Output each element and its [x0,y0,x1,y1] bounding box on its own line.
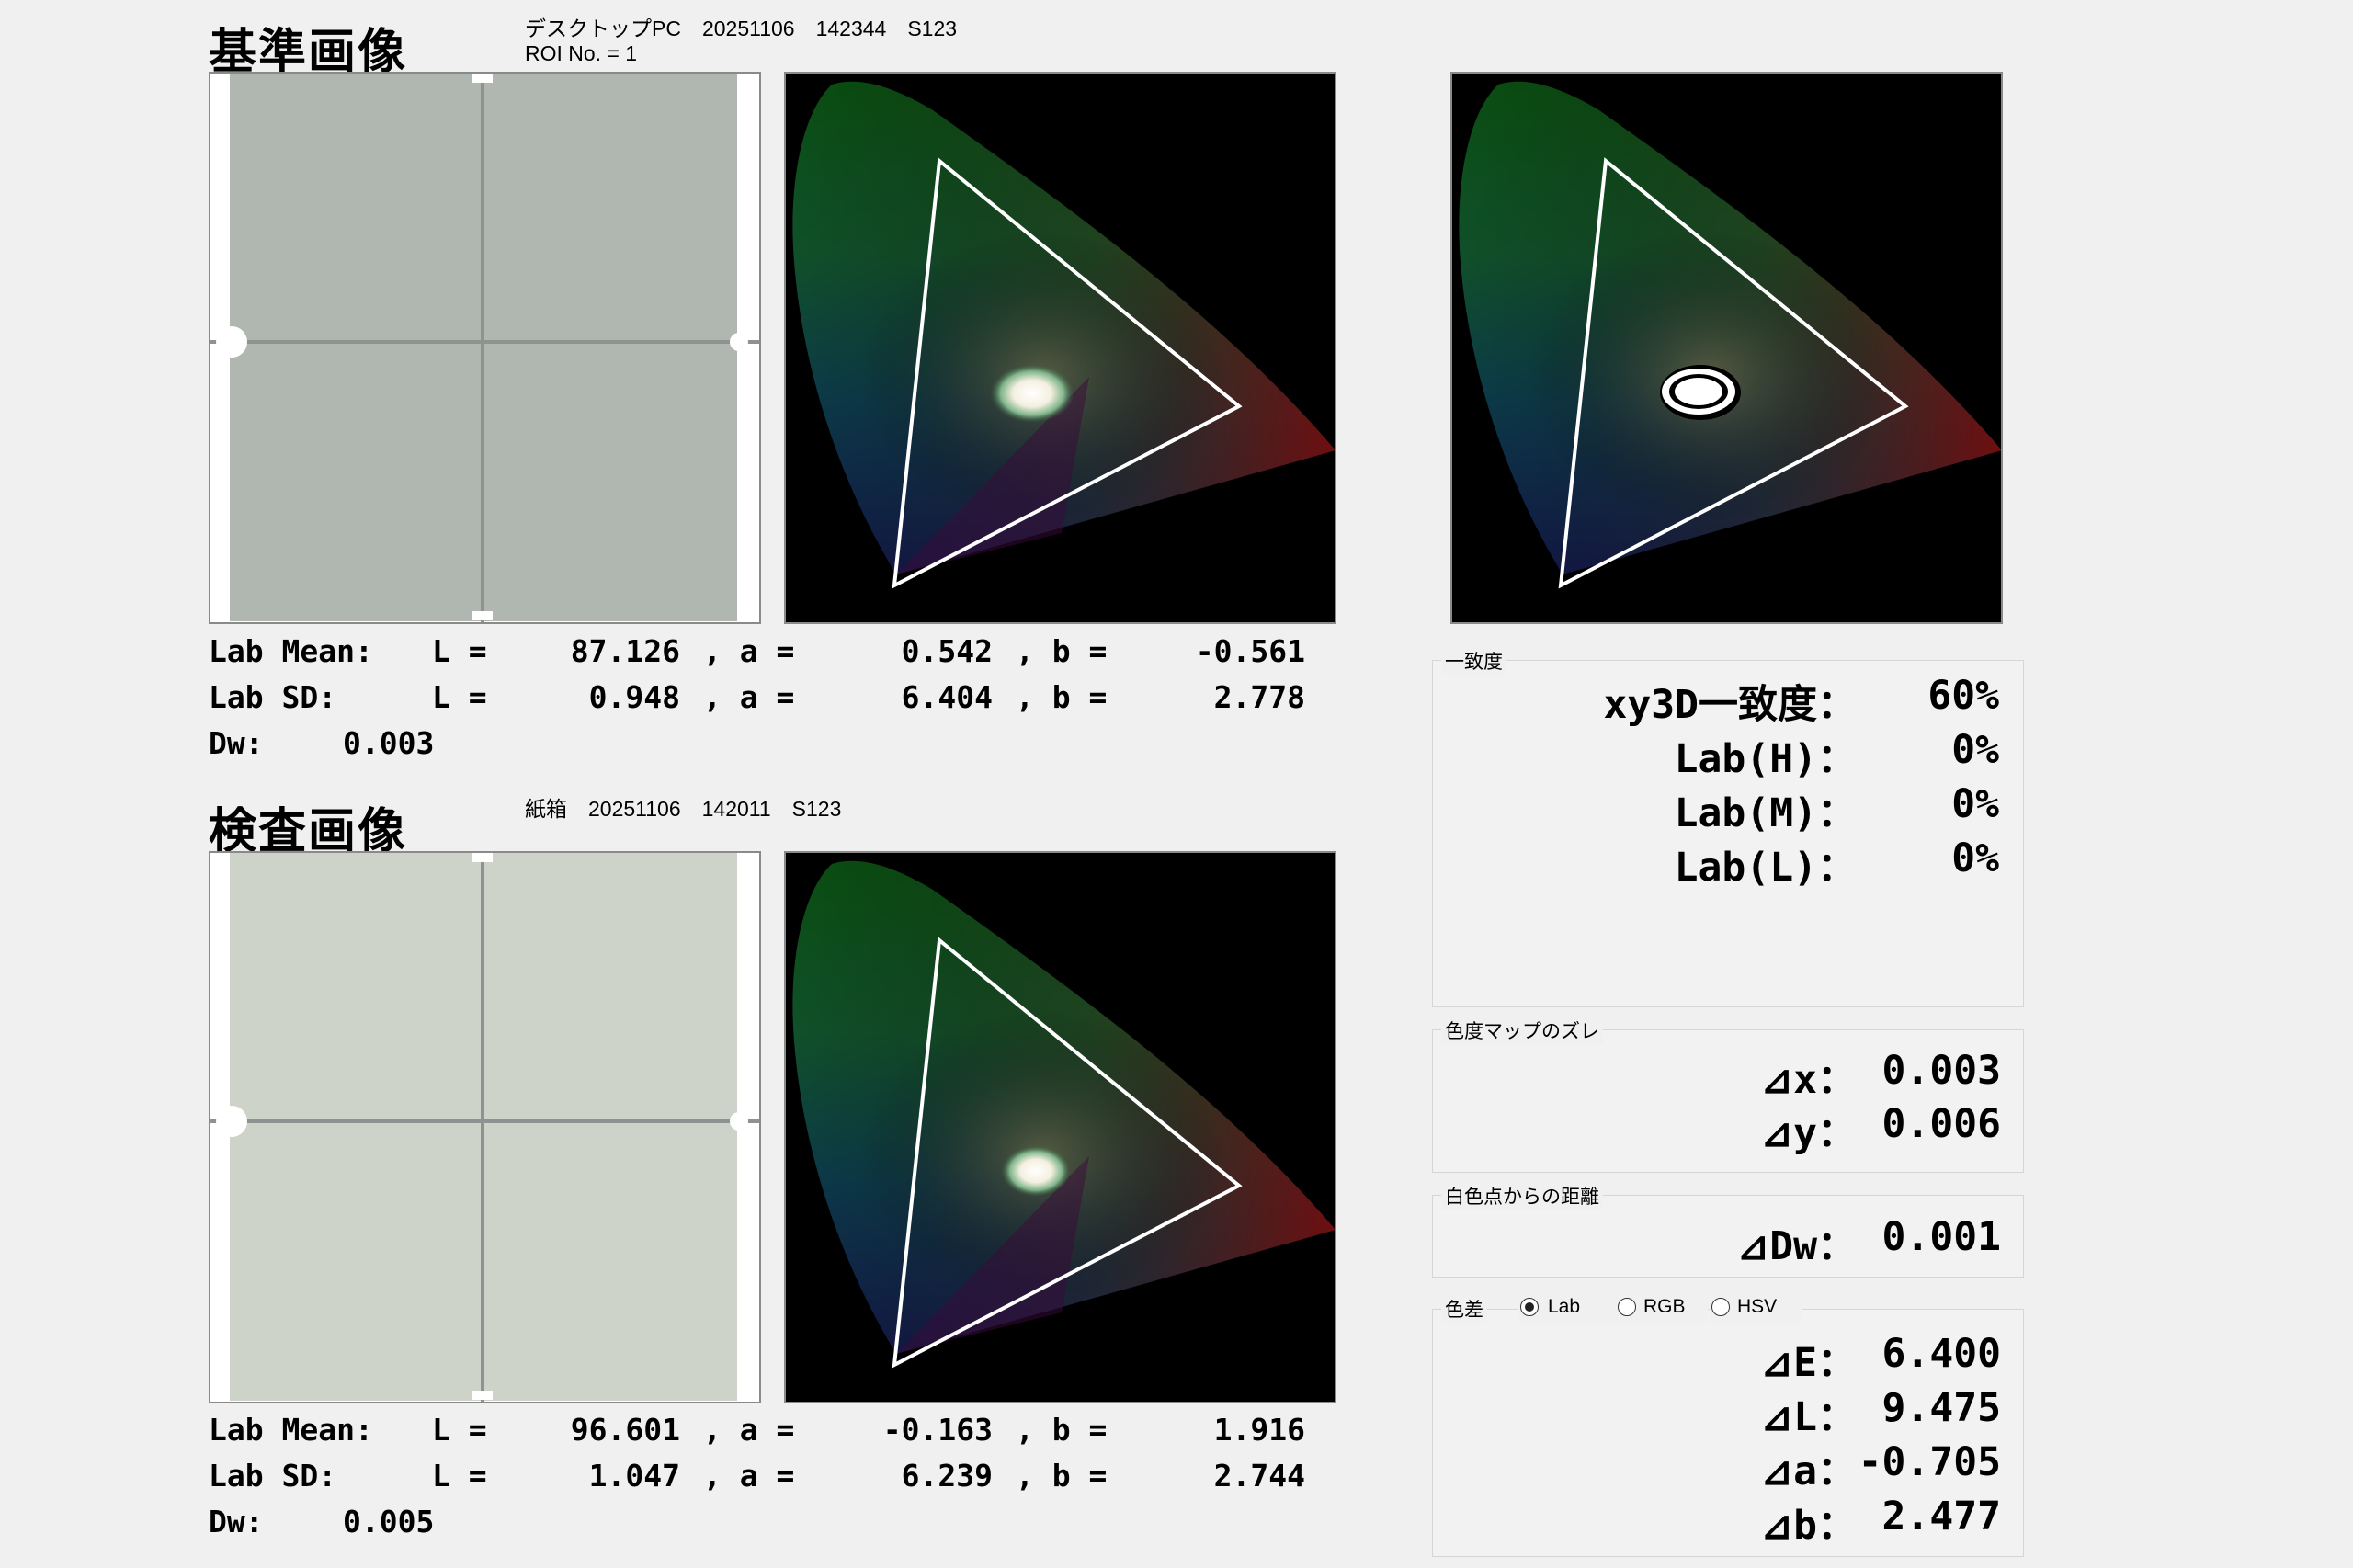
reference-dw-value: 0.003 [343,725,435,761]
reference-lab-sd-a: 6.404 [901,679,993,715]
reference-sd-b-label: , b = [1016,679,1108,715]
inspection-lab-sd-a: 6.239 [901,1458,993,1494]
reference-image-panel[interactable] [209,72,761,624]
color-distribution [1001,1145,1071,1197]
inspection-b-label: , b = [1016,1412,1108,1448]
inspection-sd-L-label: L = [432,1458,487,1494]
match-lab-l-value: 0% [1951,835,1999,881]
right-handle[interactable] [730,333,748,351]
match-lab-m-value: 0% [1951,781,1999,827]
reference-sd-a-label: , a = [703,679,795,715]
left-handle[interactable] [216,1106,247,1137]
reference-a-label: , a = [703,633,795,669]
match-lab-l-label: Lab(L)： [1674,845,1857,891]
reference-L-label: L = [432,633,487,669]
reference-lab-mean-a: 0.542 [901,633,993,669]
color-diff-de-value: 6.400 [1881,1331,2001,1377]
inspection-lab-sd-L: 1.047 [588,1458,680,1494]
inspection-image-panel[interactable] [209,851,761,1403]
radio-rgb[interactable]: RGB [1616,1295,1708,1323]
inspection-lab-mean-a: -0.163 [882,1412,993,1448]
reference-lab-sd-b: 2.778 [1213,679,1305,715]
inspection-a-label: , a = [703,1412,795,1448]
left-handle[interactable] [216,326,247,358]
inspection-lab-mean-b: 1.916 [1213,1412,1305,1448]
inspection-chromaticity-diagram [784,851,1336,1403]
match-group-label: 一致度 [1441,647,1506,675]
radio-lab[interactable]: Lab [1518,1295,1629,1323]
match-xy3d-label: xy3D一致度： [1603,682,1857,728]
color-difference-group-label: 色差 [1441,1295,1487,1323]
shift-group-label: 色度マップのズレ [1441,1017,1603,1044]
reference-lab-mean-b: -0.561 [1195,633,1305,669]
color-distribution [990,364,1074,423]
bottom-handle[interactable] [472,1391,493,1400]
inspection-lab-mean-label: Lab Mean: [209,1412,373,1448]
match-xy3d-value: 60% [1927,673,1999,719]
inspection-lab-sd-label: Lab SD: [209,1458,337,1494]
white-distance-dw-value: 0.001 [1881,1214,2001,1260]
inspection-sd-a-label: , a = [703,1458,795,1494]
inspection-dw-label: Dw: [209,1504,264,1540]
overlap-chromaticity-diagram [1450,72,2003,624]
match-lab-m-label: Lab(M)： [1674,790,1857,836]
inspection-dw-value: 0.005 [343,1504,435,1540]
reference-dw-label: Dw: [209,725,264,761]
reference-b-label: , b = [1016,633,1108,669]
radio-lab-label[interactable]: Lab [1548,1296,1580,1318]
inspection-lab-mean-L: 96.601 [570,1412,680,1448]
color-diff-da-value: -0.705 [1858,1439,2001,1485]
horizontal-crosshair[interactable] [210,340,759,344]
radio-rgb-indicator[interactable] [1618,1298,1636,1316]
inspection-lab-sd-b: 2.744 [1213,1458,1305,1494]
reference-sd-L-label: L = [432,679,487,715]
reference-meta: デスクトップPC 20251106 142344 S123 [525,17,958,40]
inspection-L-label: L = [432,1412,487,1448]
inspection-meta: 紙箱 20251106 142011 S123 [525,797,842,821]
overlap-region [1675,378,1722,405]
shift-dx-value: 0.003 [1881,1048,2001,1094]
color-diff-db-value: 2.477 [1881,1494,2001,1540]
color-diff-dl-value: 9.475 [1881,1385,2001,1431]
match-lab-h-label: Lab(H)： [1674,736,1857,782]
horizontal-crosshair[interactable] [210,1119,759,1123]
reference-chromaticity-diagram [784,72,1336,624]
radio-hsv-indicator[interactable] [1711,1298,1730,1316]
radio-rgb-label[interactable]: RGB [1643,1296,1686,1318]
shift-dy-value: 0.006 [1881,1101,2001,1147]
reference-lab-sd-L: 0.948 [588,679,680,715]
vertical-crosshair[interactable] [481,74,484,622]
bottom-handle[interactable] [472,611,493,620]
reference-lab-mean-label: Lab Mean: [209,633,373,669]
radio-hsv-label[interactable]: HSV [1737,1296,1777,1318]
reference-roi: ROI No. = 1 [525,41,638,65]
vertical-crosshair[interactable] [481,853,484,1402]
top-handle[interactable] [472,74,493,83]
reference-lab-sd-label: Lab SD: [209,679,337,715]
reference-lab-mean-L: 87.126 [570,633,680,669]
radio-hsv[interactable]: HSV [1710,1295,1802,1323]
radio-lab-indicator[interactable] [1520,1298,1539,1316]
right-handle[interactable] [730,1112,748,1131]
white-distance-group-label: 白色点からの距離 [1441,1182,1603,1210]
match-lab-h-value: 0% [1951,727,1999,773]
inspection-sd-b-label: , b = [1016,1458,1108,1494]
top-handle[interactable] [472,853,493,862]
